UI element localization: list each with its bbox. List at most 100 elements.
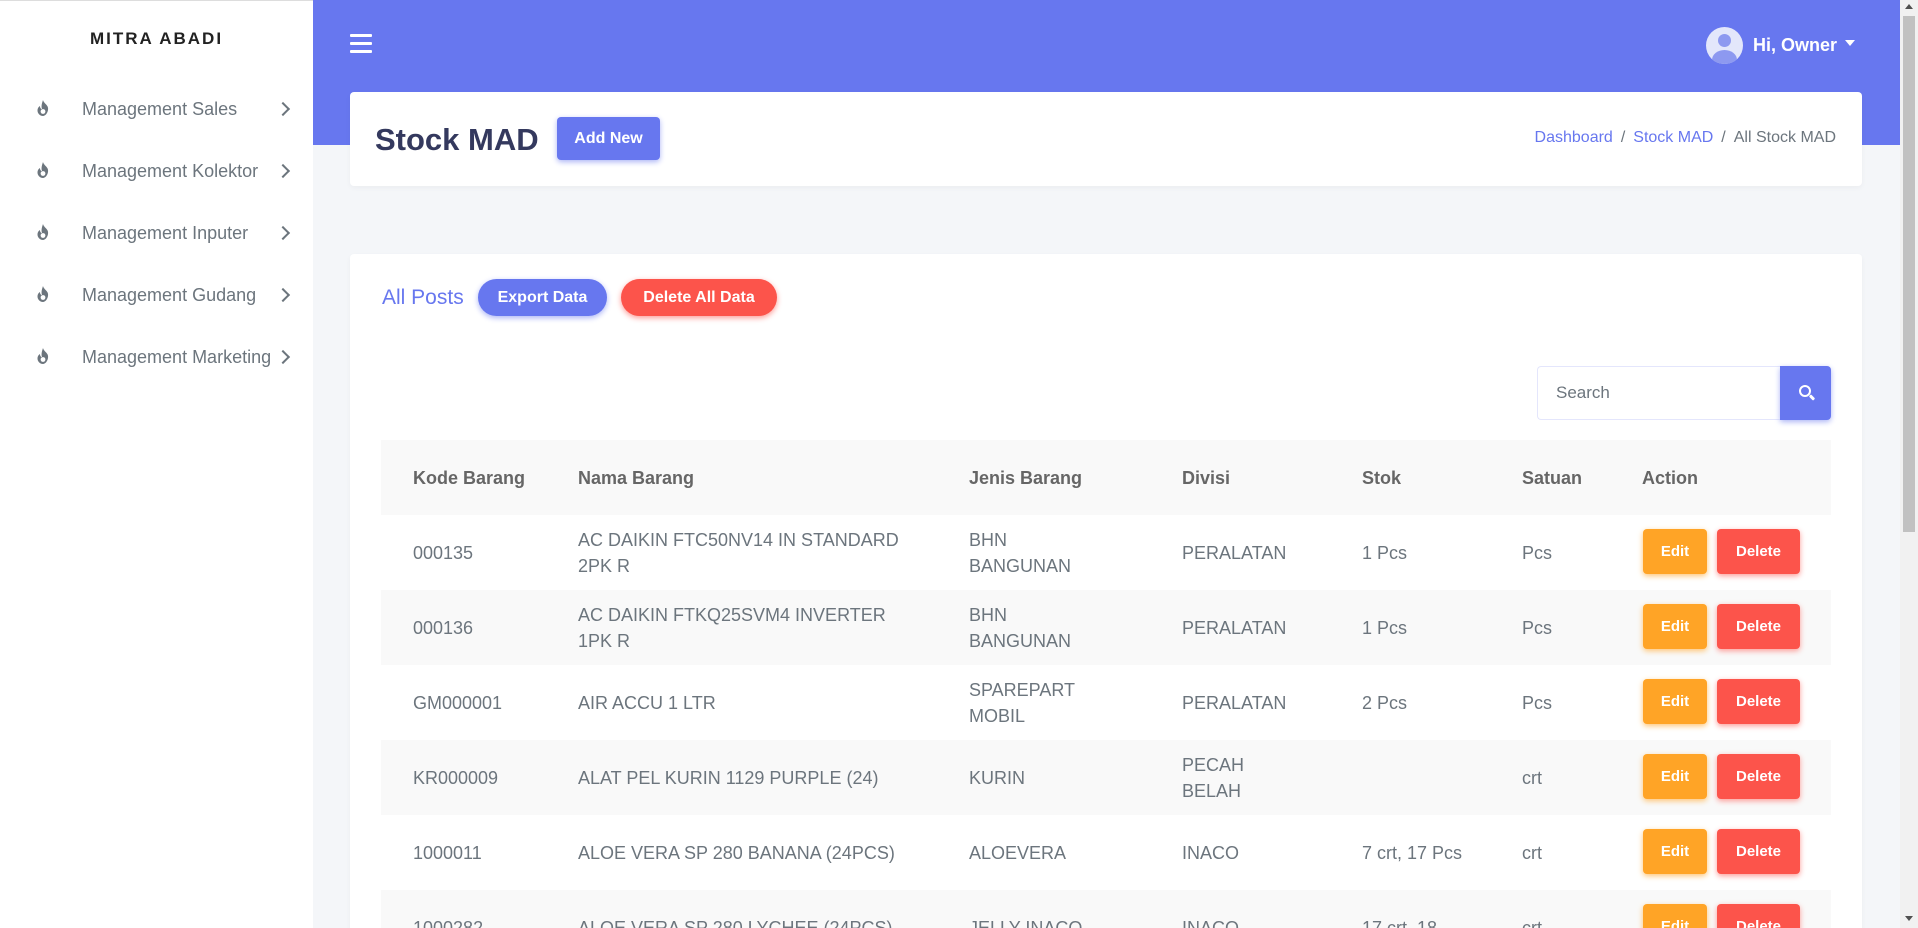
table-row: GM000001 AIR ACCU 1 LTR SPAREPART MOBIL PER… xyxy=(381,665,1831,740)
chevron-right-icon xyxy=(275,287,291,303)
chevron-right-icon xyxy=(275,225,291,241)
hamburger-icon[interactable] xyxy=(350,34,372,54)
cell-divisi: PERALATAN xyxy=(1182,617,1287,638)
sidebar-item-label: Management Kolektor xyxy=(82,160,259,181)
chevron-right-icon xyxy=(275,163,291,179)
cell-kode: 000135 xyxy=(413,542,474,563)
cell-nama: ALOE VERA SP 280 BANANA (24PCS) xyxy=(578,842,895,863)
edit-button[interactable]: Edit xyxy=(1643,679,1707,724)
fire-icon xyxy=(37,348,49,364)
breadcrumb-separator: / xyxy=(1620,129,1626,146)
cell-stok: 1 Pcs xyxy=(1362,617,1408,638)
col-header-stok: Stok xyxy=(1362,467,1402,488)
cell-kode: KR000009 xyxy=(413,767,499,788)
table-row: 1000011 ALOE VERA SP 280 BANANA (24PCS) AL… xyxy=(381,815,1831,890)
table-row: KR000009 ALAT PEL KURIN 1129 PURPLE (24) K… xyxy=(381,740,1831,815)
search-group xyxy=(1537,366,1831,420)
table-header-row: Kode Barang Nama Barang Jenis Barang Div… xyxy=(381,440,1831,515)
cell-kode: 000136 xyxy=(413,617,474,638)
cell-jenis: JELLY INACO xyxy=(969,917,1083,928)
edit-button[interactable]: Edit xyxy=(1643,754,1707,799)
breadcrumb-stock-mad[interactable]: Stock MAD xyxy=(1633,129,1713,147)
cell-stok: 1 Pcs xyxy=(1362,542,1408,563)
cell-nama: AIR ACCU 1 LTR xyxy=(578,692,716,713)
col-header-kode: Kode Barang xyxy=(413,467,526,488)
sidebar-item-management-inputer[interactable]: Management Inputer xyxy=(0,210,313,256)
sidebar-item-label: Management Marketing xyxy=(82,346,272,367)
sidebar-item-label: Management Gudang xyxy=(82,284,257,305)
delete-button[interactable]: Delete xyxy=(1717,754,1800,799)
cell-jenis: ALOEVERA xyxy=(969,842,1067,863)
cell-divisi: PERALATAN xyxy=(1182,542,1287,563)
search-button[interactable] xyxy=(1780,366,1831,420)
breadcrumb-current: All Stock MAD xyxy=(1733,129,1836,146)
search-input[interactable] xyxy=(1537,366,1780,420)
chevron-right-icon xyxy=(275,101,291,117)
chevron-right-icon xyxy=(275,349,291,365)
brand-logo[interactable]: MITRA ABADI xyxy=(0,1,313,76)
cell-satuan: Pcs xyxy=(1522,617,1553,638)
cell-stok xyxy=(1362,740,1482,815)
cell-jenis: BHN BANGUNAN xyxy=(969,604,1072,651)
page-title: Stock MAD xyxy=(375,122,539,157)
cell-divisi: INACO xyxy=(1182,842,1240,863)
delete-button[interactable]: Delete xyxy=(1717,529,1800,574)
cell-divisi: INACO xyxy=(1182,917,1240,928)
cell-kode: 1000282 xyxy=(413,917,484,928)
cell-stok: 2 Pcs xyxy=(1362,692,1408,713)
sidebar-item-management-gudang[interactable]: Management Gudang xyxy=(0,272,313,318)
fire-icon xyxy=(37,162,49,178)
user-menu[interactable]: Hi, Owner xyxy=(1706,26,1856,64)
cell-jenis: SPAREPART MOBIL xyxy=(969,679,1075,726)
cell-nama: AC DAIKIN FTC50NV14 IN STANDARD 2PK R xyxy=(578,529,899,576)
cell-satuan: Pcs xyxy=(1522,542,1553,563)
add-new-button[interactable]: Add New xyxy=(557,117,660,160)
col-header-action: Action xyxy=(1642,467,1698,488)
export-data-button[interactable]: Export Data xyxy=(478,279,607,316)
table-row: 000136 AC DAIKIN FTKQ25SVM4 INVERTER 1PK … xyxy=(381,590,1831,665)
edit-button[interactable]: Edit xyxy=(1643,604,1707,649)
delete-button[interactable]: Delete xyxy=(1717,679,1800,724)
user-greeting: Hi, Owner xyxy=(1753,34,1838,55)
col-header-divisi: Divisi xyxy=(1182,467,1231,488)
delete-all-data-button[interactable]: Delete All Data xyxy=(621,279,777,316)
cell-stok: 7 crt, 17 Pcs xyxy=(1362,842,1463,863)
sidebar-item-management-kolektor[interactable]: Management Kolektor xyxy=(0,148,313,194)
cell-stok: 17 crt, 18 xyxy=(1362,917,1438,928)
page-scrollbar[interactable] xyxy=(1900,0,1918,928)
table-row: 000135 AC DAIKIN FTC50NV14 IN STANDARD 2P… xyxy=(381,515,1831,590)
cell-nama: ALOE VERA SP 280 LYCHEE (24PCS) xyxy=(578,917,893,928)
edit-button[interactable]: Edit xyxy=(1643,829,1707,874)
fire-icon xyxy=(37,100,49,116)
avatar xyxy=(1706,26,1743,64)
cell-satuan: Pcs xyxy=(1522,692,1553,713)
scroll-up-icon[interactable] xyxy=(1905,4,1913,9)
sidebar-item-label: Management Sales xyxy=(82,98,238,119)
cell-jenis: BHN BANGUNAN xyxy=(969,529,1072,576)
edit-button[interactable]: Edit xyxy=(1643,904,1707,928)
breadcrumb-dashboard[interactable]: Dashboard xyxy=(1535,129,1613,147)
sidebar-item-management-sales[interactable]: Management Sales xyxy=(0,86,313,132)
delete-button[interactable]: Delete xyxy=(1717,904,1800,928)
cell-satuan: crt xyxy=(1522,767,1542,788)
scrollbar-thumb[interactable] xyxy=(1903,16,1915,532)
cell-kode: 1000011 xyxy=(413,842,482,863)
scroll-down-icon[interactable] xyxy=(1905,916,1913,921)
sidebar: MITRA ABADI xyxy=(0,0,313,928)
cell-satuan: crt xyxy=(1522,842,1542,863)
col-header-jenis: Jenis Barang xyxy=(969,467,1083,488)
cell-jenis: KURIN xyxy=(969,767,1026,788)
delete-button[interactable]: Delete xyxy=(1717,829,1800,874)
caret-down-icon xyxy=(1845,40,1856,46)
fire-icon xyxy=(37,286,49,302)
sidebar-item-management-marketing[interactable]: Management Marketing xyxy=(0,334,313,380)
cell-kode: GM000001 xyxy=(413,692,503,713)
delete-button[interactable]: Delete xyxy=(1717,604,1800,649)
all-posts-heading: All Posts xyxy=(382,286,464,309)
edit-button[interactable]: Edit xyxy=(1643,529,1707,574)
fire-icon xyxy=(37,224,49,240)
breadcrumb-separator: / xyxy=(1721,129,1726,146)
col-header-nama: Nama Barang xyxy=(578,467,695,488)
cell-divisi: PERALATAN xyxy=(1182,692,1287,713)
cell-satuan: crt xyxy=(1522,917,1542,928)
